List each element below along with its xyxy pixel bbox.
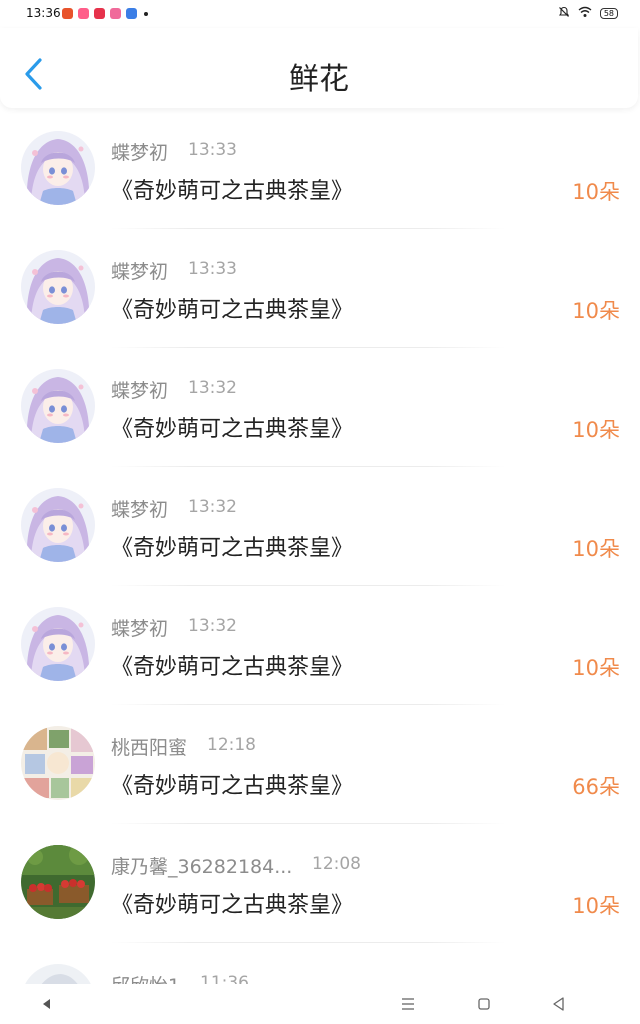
nav-menu-button[interactable] xyxy=(398,994,418,1014)
avatar[interactable] xyxy=(21,250,95,324)
flower-count: 66朵 xyxy=(572,775,620,799)
app-notification-icon xyxy=(78,8,89,19)
sender-name: 蝶梦初 xyxy=(111,380,169,402)
list-item[interactable]: 桃西阳蜜 12:18 《奇妙萌可之古典茶皇》 66朵 xyxy=(0,705,640,824)
download-notification-icon xyxy=(126,8,137,19)
sender-name: 桃西阳蜜 xyxy=(111,737,188,759)
gift-time: 13:32 xyxy=(188,378,237,398)
nav-home-button[interactable] xyxy=(474,994,494,1014)
triangle-back-icon xyxy=(549,997,569,1018)
list-item[interactable]: 蝶梦初 13:32 《奇妙萌可之古典茶皇》 10朵 xyxy=(0,348,640,467)
battery-icon: 58 xyxy=(599,8,618,19)
book-title: 《奇妙萌可之古典茶皇》 xyxy=(111,417,354,442)
app-notification-icon xyxy=(94,8,105,19)
gift-time: 13:33 xyxy=(188,259,237,279)
mute-icon xyxy=(558,6,570,21)
flower-count: 10朵 xyxy=(572,537,620,561)
triangle-left-small-icon xyxy=(38,999,58,1018)
avatar[interactable] xyxy=(21,488,95,562)
flower-count: 10朵 xyxy=(572,418,620,442)
list-item[interactable]: 康乃馨_36282184... 12:08 《奇妙萌可之古典茶皇》 10朵 xyxy=(0,824,640,943)
book-title: 《奇妙萌可之古典茶皇》 xyxy=(111,774,354,799)
list-item[interactable]: 蝶梦初 13:33 《奇妙萌可之古典茶皇》 10朵 xyxy=(0,110,640,229)
sender-name: 蝶梦初 xyxy=(111,499,169,521)
header: 鲜花 xyxy=(0,28,638,108)
system-icons: 58 xyxy=(558,6,618,21)
status-time: 13:36 xyxy=(26,6,61,20)
book-title: 《奇妙萌可之古典茶皇》 xyxy=(111,298,354,323)
avatar[interactable] xyxy=(21,845,95,919)
gift-time: 12:08 xyxy=(312,854,361,874)
avatar[interactable] xyxy=(21,131,95,205)
book-title: 《奇妙萌可之古典茶皇》 xyxy=(111,893,354,918)
status-bar: 13:36 58 xyxy=(0,0,640,28)
gift-time: 12:18 xyxy=(207,735,256,755)
gift-time: 13:32 xyxy=(188,497,237,517)
flower-count: 10朵 xyxy=(572,299,620,323)
list-item[interactable]: 蝶梦初 13:32 《奇妙萌可之古典茶皇》 10朵 xyxy=(0,586,640,705)
gift-time: 13:32 xyxy=(188,616,237,636)
gift-list[interactable]: 蝶梦初 13:33 《奇妙萌可之古典茶皇》 10朵 蝶梦初 13:33 《奇妙萌可之古典茶皇… xyxy=(0,110,640,986)
book-title: 《奇妙萌可之古典茶皇》 xyxy=(111,655,354,680)
flower-count: 10朵 xyxy=(572,894,620,918)
wifi-icon xyxy=(578,6,592,21)
book-title: 《奇妙萌可之古典茶皇》 xyxy=(111,179,354,204)
flower-count: 10朵 xyxy=(572,656,620,680)
list-item[interactable]: 蝶梦初 13:33 《奇妙萌可之古典茶皇》 10朵 xyxy=(0,229,640,348)
avatar[interactable] xyxy=(21,607,95,681)
avatar[interactable] xyxy=(21,726,95,800)
page-title: 鲜花 xyxy=(289,62,349,97)
sender-name: 蝶梦初 xyxy=(111,618,169,640)
more-notifications-dot-icon xyxy=(144,11,148,16)
nav-back-button[interactable] xyxy=(549,994,569,1014)
app-notification-icon xyxy=(110,8,121,19)
navigation-bar xyxy=(0,984,640,1024)
sender-name: 蝶梦初 xyxy=(111,142,169,164)
square-icon xyxy=(474,998,494,1018)
list-item[interactable]: 邱欣怡1 11:36 xyxy=(0,943,640,986)
app-notification-icon xyxy=(62,8,73,19)
gift-time: 13:33 xyxy=(188,140,237,160)
notification-icons xyxy=(62,8,148,19)
menu-icon xyxy=(398,998,418,1018)
flower-count: 10朵 xyxy=(572,180,620,204)
avatar[interactable] xyxy=(21,369,95,443)
list-item[interactable]: 蝶梦初 13:32 《奇妙萌可之古典茶皇》 10朵 xyxy=(0,467,640,586)
sender-name: 蝶梦初 xyxy=(111,261,169,283)
avatar[interactable] xyxy=(21,964,95,986)
nav-hide-button[interactable] xyxy=(38,994,58,1014)
book-title: 《奇妙萌可之古典茶皇》 xyxy=(111,536,354,561)
sender-name: 康乃馨_36282184... xyxy=(111,856,293,878)
